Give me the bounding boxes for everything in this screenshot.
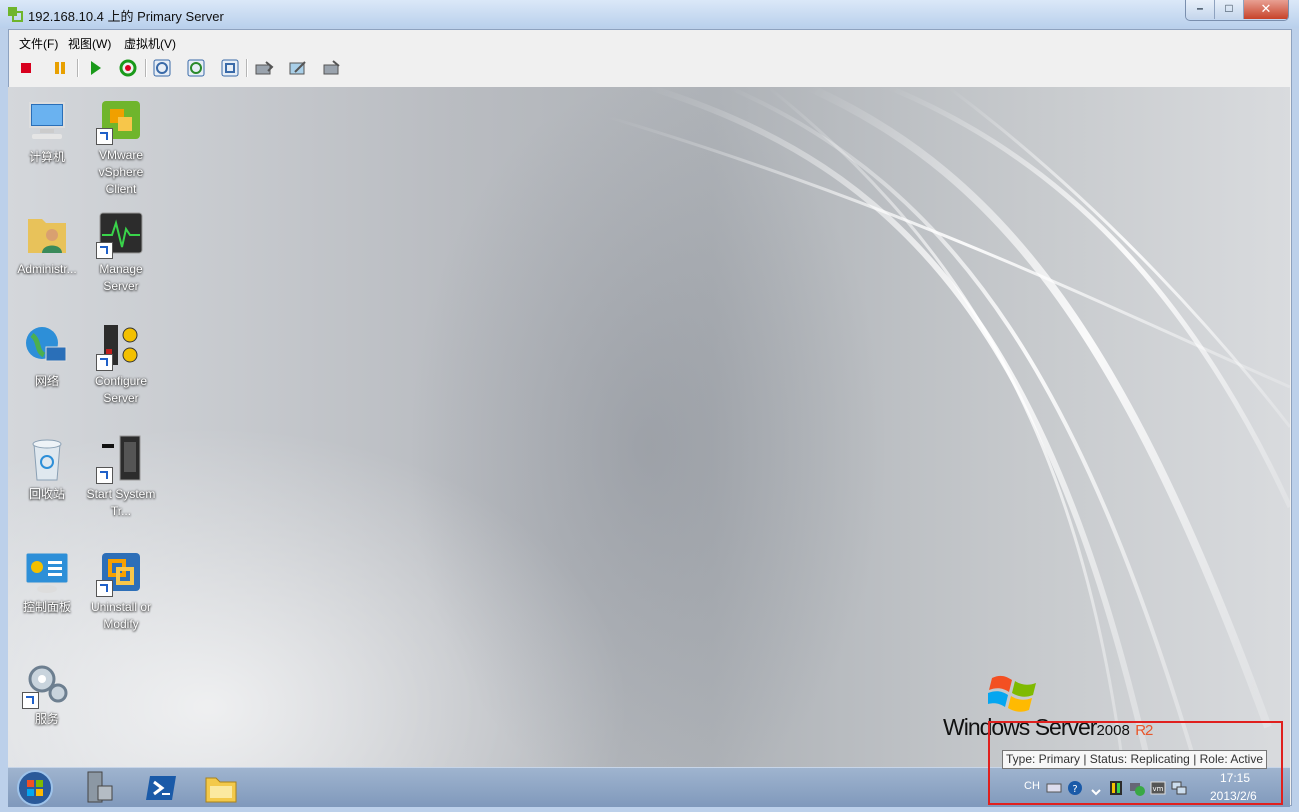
desktop-icon-recycle-bin[interactable]: 回收站 [8,434,86,503]
title-bar[interactable]: 192.168.10.4 上的 Primary Server – □ ✕ [0,0,1299,28]
desktop-icon-label: 控制面板 [22,600,71,614]
menu-file[interactable]: 文件(F) [19,35,58,52]
desktop-icon-vsphere-client[interactable]: VMware vSphere Client [82,95,160,198]
desktop-icon-label: Manage Server [99,262,143,293]
desktop-icon-network[interactable]: 网络 [8,321,86,390]
desktop-icon-label: 回收站 [28,487,65,501]
start-orb-icon [17,770,53,806]
configure-server-icon [96,321,146,371]
desktop-icon-configure-server[interactable]: Configure Server [82,321,160,407]
uninstall-icon [96,547,146,597]
desktop-icon-label: Administr... [17,262,77,276]
desktop-icon-start-system-tray[interactable]: Start System Tr... [82,434,160,520]
network-icon [22,321,72,371]
menu-view[interactable]: 视图(W) [68,35,111,52]
desktop-icon-label: Configure Server [94,374,148,405]
window-title: 192.168.10.4 上的 Primary Server [28,9,224,24]
reset-icon[interactable] [117,57,139,79]
minimize-button[interactable]: – [1186,0,1215,19]
window-controls: – □ ✕ [1185,0,1289,21]
floppy-drive-icon[interactable] [287,57,309,79]
shortcut-arrow-icon [96,354,113,371]
vm-console-window: 192.168.10.4 上的 Primary Server – □ ✕ 文件(… [0,0,1299,812]
desktop-icon-computer[interactable]: 计算机 [8,97,86,166]
desktop-icon-label: 服务 [34,712,59,726]
pause-icon[interactable] [49,57,71,79]
revert-snapshot-icon[interactable] [185,57,207,79]
user-folder-icon [22,209,72,259]
services-icon [22,659,72,709]
cd-drive-icon[interactable] [253,57,275,79]
toolbar-separator [77,59,79,77]
play-icon[interactable] [84,57,106,79]
vmware-icon [7,6,23,22]
toolbar-separator [246,59,248,77]
menu-bar: 文件(F) 视图(W) 虚拟机(V) [9,30,1291,52]
start-button[interactable] [14,768,56,807]
taskbar-explorer[interactable] [198,770,244,806]
desktop-icon-label: Uninstall or Modify [90,600,152,631]
guest-desktop[interactable]: 计算机 VMware vSphere Client Administr... M… [8,87,1290,807]
vsphere-client-icon [96,95,146,145]
toolbar-separator [145,59,147,77]
highlight-annotation [988,721,1283,805]
stop-icon[interactable] [15,57,37,79]
desktop-icon-control-panel[interactable]: 控制面板 [8,547,86,616]
desktop-icon-label: Start System Tr... [86,487,156,518]
folder-icon [205,777,237,803]
manage-server-icon [96,209,146,259]
shortcut-arrow-icon [96,580,113,597]
toolbar [9,53,1291,83]
menu-vm[interactable]: 虚拟机(V) [124,35,176,52]
desktop-icon-label: 网络 [34,374,59,388]
shortcut-arrow-icon [22,692,39,709]
network-adapter-icon[interactable] [321,57,343,79]
desktop-icon-administrator[interactable]: Administr... [8,209,86,278]
desktop-icon-services[interactable]: 服务 [8,659,86,728]
powershell-icon [146,776,176,800]
maximize-button[interactable]: □ [1215,0,1244,19]
shortcut-arrow-icon [96,242,113,259]
desktop-icon-label: VMware vSphere Client [98,148,144,196]
recycle-bin-icon [22,434,72,484]
taskbar-powershell[interactable] [138,770,184,806]
shortcut-arrow-icon [96,128,113,145]
close-button[interactable]: ✕ [1244,0,1288,19]
windows-flag-icon [988,675,1036,712]
server-manager-icon [87,771,113,803]
system-tray-icon [96,434,146,484]
desktop-icon-uninstall-modify[interactable]: Uninstall or Modify [82,547,160,633]
taskbar-server-manager[interactable] [76,770,122,806]
snapshot-icon[interactable] [151,57,173,79]
computer-icon [22,97,72,147]
desktop-icon-manage-server[interactable]: Manage Server [82,209,160,295]
desktop-icon-label: 计算机 [28,150,65,164]
snapshot-manager-icon[interactable] [219,57,241,79]
shortcut-arrow-icon [96,467,113,484]
control-panel-icon [22,547,72,597]
